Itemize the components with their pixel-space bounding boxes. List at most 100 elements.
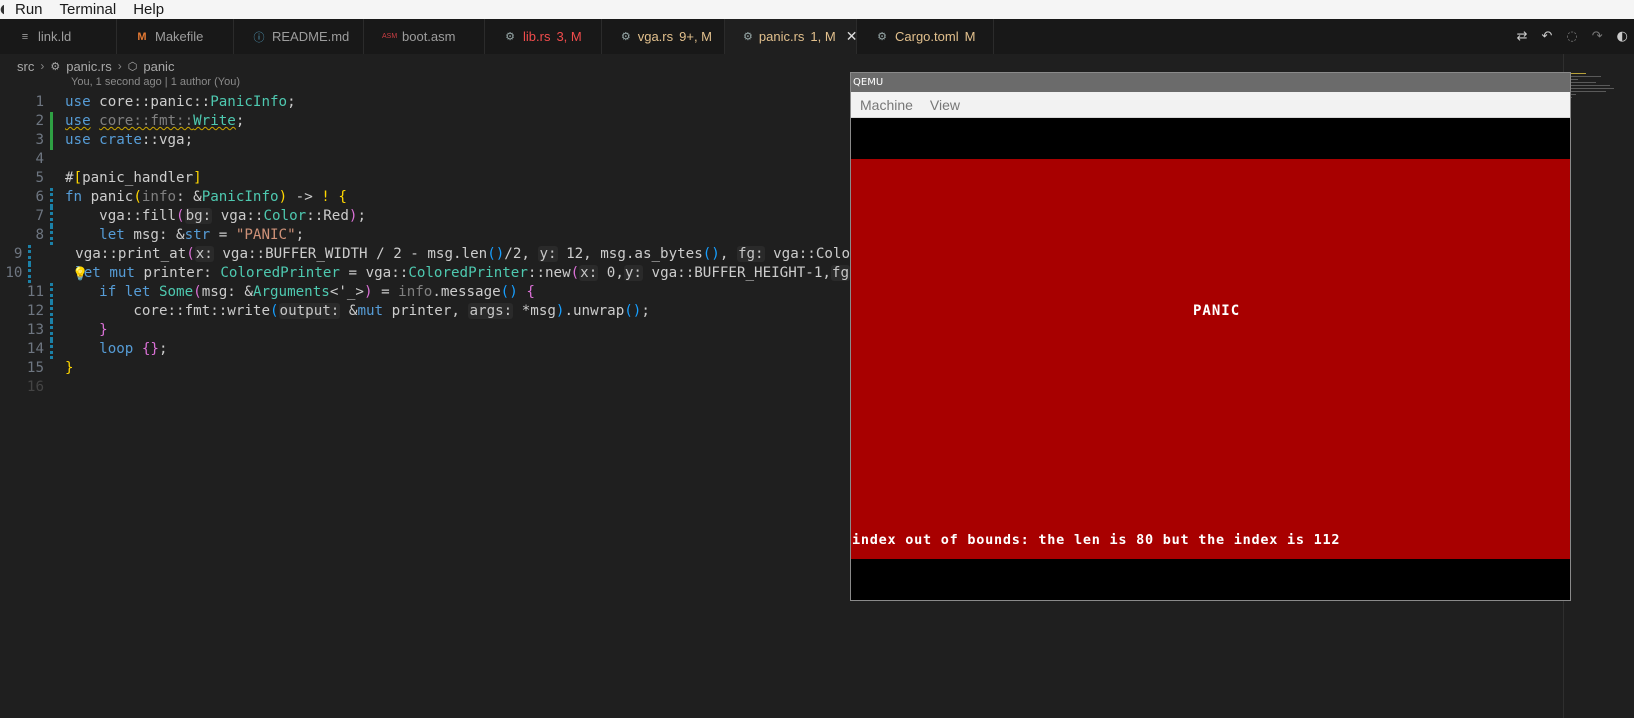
close-icon[interactable]: ✕ [846,28,858,45]
gutter-added-marker[interactable] [50,112,58,131]
line-number: 3 [35,132,44,148]
gutter-modified-marker[interactable] [50,302,58,321]
code-line: 8 let msg: &str = "PANIC"; [0,226,850,245]
tab-makefile[interactable]: M Makefile [117,19,234,54]
qemu-menu-machine[interactable]: Machine [860,97,913,113]
vga-screen[interactable]: PANIC index out of bounds: the len is 80… [851,119,1570,600]
tab-label: lib.rs [523,29,551,44]
rust-icon: ⚙ [50,60,61,73]
line-number: 11 [26,284,44,300]
gutter-modified-marker[interactable] [50,207,58,226]
code-text: vga::print_at(x: vga::BUFFER_WIDTH / 2 -… [40,246,850,262]
asm-icon: ASM [382,33,398,40]
tab-badge: 3, M [556,29,582,44]
gutter-modified-marker[interactable] [50,188,58,207]
tab-label: panic.rs [758,29,805,44]
breadcrumb-symbol[interactable]: panic [143,59,174,74]
code-line: 3 use crate::vga; [0,131,850,150]
code-text: loop {}; [99,341,168,357]
line-number: 2 [35,113,44,129]
code-text: core::fmt::write(output: &mut printer, a… [65,303,650,319]
code-line: 14 loop {}; [0,340,850,359]
tab-vga-rs[interactable]: ⚙ vga.rs 9+, M [602,19,725,54]
code-line: 16 [0,378,850,397]
tab-readme[interactable]: ⓘ README.md [234,19,364,54]
gutter-modified-marker[interactable] [50,226,58,245]
compare-changes-icon[interactable]: ⇄ [1517,29,1528,44]
menu-terminal[interactable]: Terminal [49,0,123,19]
go-back-icon[interactable]: ↶ [1542,29,1553,44]
code-line: 13 } [0,321,850,340]
tab-lib-rs[interactable]: ⚙ lib.rs 3, M [485,19,602,54]
code-text: use crate::vga; [65,132,194,148]
menu-bar: ● Run Terminal Help [0,0,1634,19]
tab-label: link.ld [38,29,72,44]
menu-run[interactable]: Run [4,0,49,19]
tab-cargo-toml[interactable]: ⚙ Cargo.toml M [857,19,994,54]
code-text: use core::fmt::Write; [65,113,245,129]
line-number: 1 [35,94,44,110]
chevron-right-icon: › [40,59,45,73]
tab-badge: 1, M [810,29,836,44]
code-text: #[panic_handler] [65,170,202,186]
code-line: 9 vga::print_at(x: vga::BUFFER_WIDTH / 2… [0,245,850,264]
line-number: 14 [26,341,44,357]
tab-link-ld[interactable]: ≡ link.ld [0,19,117,54]
toggle-blame-icon[interactable]: ◐ [1617,29,1628,44]
code-editor[interactable]: 1 use core::panic::PanicInfo; 2 use core::… [0,93,850,397]
previous-change-icon[interactable]: ◌ [1566,29,1577,44]
gutter-modified-marker[interactable] [50,321,58,340]
gutter [50,378,58,397]
breadcrumb-file[interactable]: panic.rs [66,59,112,74]
tab-boot-asm[interactable]: ASM boot.asm [364,19,485,54]
breadcrumb-folder[interactable]: src [17,59,34,74]
line-number: 7 [35,208,44,224]
code-text: let mut printer: ColoredPrinter = vga::C… [75,265,850,281]
qemu-menu-bar: Machine View [851,92,1570,118]
breadcrumb: src › ⚙ panic.rs › ⬡ panic [17,57,174,75]
line-number: 8 [35,227,44,243]
line-number: 6 [35,189,44,205]
gutter [50,150,58,169]
symbol-method-icon: ⬡ [127,60,138,73]
qemu-window[interactable]: QEMU Machine View PANIC index out of bou… [850,72,1571,601]
code-line: 6 fn panic(info: &PanicInfo) -> ! { [0,188,850,207]
code-text: vga::fill(bg: vga::Color::Red); [65,208,366,224]
git-blame-codelens[interactable]: You, 1 second ago | 1 author (You) [71,76,240,88]
tab-label: Makefile [155,29,204,44]
list-icon: ≡ [21,30,29,43]
code-text: if let Some(msg: &Arguments<'_>) = info.… [99,284,535,300]
tab-label: Cargo.toml [895,29,959,44]
info-icon: ⓘ [253,31,265,44]
chevron-right-icon: › [117,59,122,73]
gutter [50,169,58,188]
gutter [50,93,58,112]
gutter-modified-marker[interactable] [50,283,58,302]
qemu-menu-view[interactable]: View [930,97,960,113]
makefile-icon: M [137,30,147,43]
rust-icon: ⚙ [743,31,753,43]
tab-label: README.md [272,29,350,44]
lightbulb-icon[interactable]: 💡 [72,265,88,284]
gutter-modified-marker[interactable] [50,340,58,359]
qemu-title-bar[interactable]: QEMU [851,73,1570,92]
menu-help[interactable]: Help [122,0,170,19]
code-line: 11 if let Some(msg: &Arguments<'_>) = in… [0,283,850,302]
code-line: 15} [0,359,850,378]
code-line: 12 core::fmt::write(output: &mut printer… [0,302,850,321]
rust-icon: ⚙ [620,31,631,43]
gutter-added-marker[interactable] [50,131,58,150]
code-line: 7 vga::fill(bg: vga::Color::Red); [0,207,850,226]
next-change-icon[interactable]: ↷ [1592,29,1603,44]
vga-panic-text: PANIC [1193,303,1241,319]
vga-error-message: index out of bounds: the len is 80 but t… [852,532,1341,548]
minimap[interactable] [1566,73,1616,133]
tab-panic-rs[interactable]: ⚙ panic.rs 1, M ✕ [725,19,857,54]
line-number: 9 [13,246,23,262]
code-text: } [99,322,108,338]
code-line: 5 #[panic_handler] [0,169,850,188]
editor-actions: ⇄ ↶ ◌ ↷ ◐ [1517,19,1634,54]
tab-badge: M [964,29,976,44]
